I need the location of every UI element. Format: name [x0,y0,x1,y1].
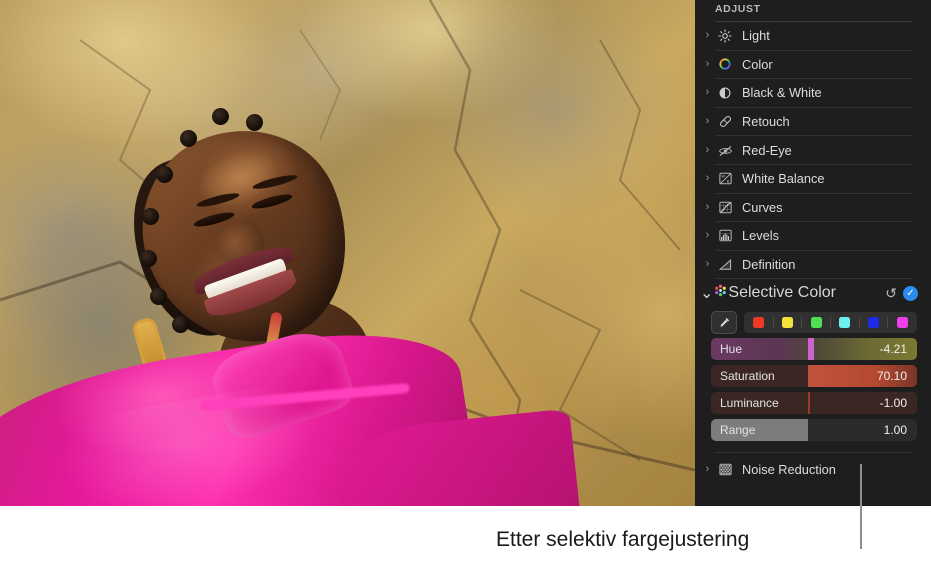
chevron-right-icon[interactable]: › [700,173,715,184]
adjust-item-label: Red-Eye [742,142,792,158]
adjust-item-selective-color[interactable]: ⌄ Selective Color ↺ ✓ [695,279,931,307]
adjust-item-light[interactable]: › Light [695,22,931,50]
white-balance-icon: W B [715,171,735,187]
portrait-subject [0,0,695,506]
panel-title: ADJUST [715,3,761,15]
callout-leader-line [860,464,862,549]
slider-label: Saturation [720,369,775,384]
adjust-item-color[interactable]: › Color [695,51,931,79]
adjust-item-label: Selective Color [728,284,837,302]
slider-saturation[interactable]: Saturation 70.10 [711,365,917,388]
slider-handle[interactable] [807,338,814,361]
adjust-item-label: Retouch [742,114,790,130]
adjust-item-label: Noise Reduction [742,461,836,477]
adjust-item-label: Light [742,28,770,44]
caption-area [0,506,931,567]
chevron-right-icon[interactable]: › [700,116,715,127]
chevron-right-icon[interactable]: › [700,30,715,41]
chevron-right-icon[interactable]: › [700,230,715,241]
adjust-item-red-eye[interactable]: › Red-Eye [695,136,931,164]
swatch-red[interactable] [753,316,765,328]
adjust-item-curves[interactable]: › Curves [695,194,931,222]
chevron-right-icon[interactable]: › [700,201,715,213]
swatch-divider [801,316,803,328]
slider-label: Range [720,423,756,438]
adjust-item-label: Color [742,56,773,72]
adjust-item-black-and-white[interactable]: › Black & White [695,79,931,107]
swatch-cyan[interactable] [839,316,851,328]
swatch-divider [887,316,889,328]
svg-text:B: B [726,180,729,184]
adjust-item-label: White Balance [742,171,825,187]
swatch-yellow[interactable] [781,316,793,328]
color-wheel-icon [715,56,735,72]
chevron-right-icon[interactable]: › [700,144,715,156]
selective-color-dots-icon [713,283,728,303]
reset-icon[interactable]: ↺ [885,286,897,300]
definition-icon [715,257,735,273]
half-circle-icon [715,85,735,101]
photo-editor-screenshot: ADJUST › Light › Color › Black & White ›… [0,0,931,567]
slider-hue[interactable]: Hue -4.21 [711,338,917,361]
noise-icon [715,461,735,477]
adjust-item-retouch[interactable]: › Retouch [695,108,931,136]
selective-color-swatch-row [711,310,917,334]
swatch-blue[interactable] [868,316,880,328]
chevron-right-icon[interactable]: › [700,87,715,98]
swatch-divider [829,316,831,328]
caption-text: Etter selektiv fargejustering [496,528,750,551]
curves-icon [715,199,735,215]
enabled-checkmark-icon[interactable]: ✓ [903,285,918,301]
adjust-item-white-balance[interactable]: › W B White Balance [695,165,931,193]
chevron-right-icon[interactable]: › [700,259,715,270]
adjust-item-definition[interactable]: › Definition [695,251,931,279]
adjust-item-label: Black & White [742,85,822,101]
chevron-down-icon[interactable]: ⌄ [700,283,713,303]
eyedropper-icon[interactable] [711,310,737,334]
swatch-magenta[interactable] [896,316,908,328]
slider-range[interactable]: Range 1.00 [711,419,917,442]
color-swatches[interactable] [744,311,917,333]
swatch-divider [772,316,774,328]
adjust-item-label: Levels [742,228,779,244]
photo-preview[interactable] [0,0,695,506]
svg-text:W: W [721,175,725,179]
slider-label: Hue [720,342,743,357]
row-divider [715,452,913,454]
adjust-item-label: Definition [742,257,796,273]
adjust-item-label: Curves [742,199,783,215]
levels-icon [715,228,735,244]
slider-value: -4.21 [879,342,907,357]
sun-icon [715,28,735,44]
chevron-right-icon[interactable]: › [700,58,715,70]
slider-luminance[interactable]: Luminance -1.00 [711,392,917,415]
slider-handle[interactable] [807,392,810,415]
slider-value: -1.00 [879,396,907,411]
swatch-green[interactable] [810,316,822,328]
swatch-divider [858,316,860,328]
adjust-item-levels[interactable]: › Levels [695,222,931,250]
slider-label: Luminance [720,396,779,411]
slider-value: 70.10 [876,369,907,384]
chevron-right-icon[interactable]: › [700,463,715,475]
bandage-icon [715,114,735,130]
adjust-item-noise-reduction[interactable]: › Noise Reduction [695,455,931,483]
eye-slash-icon [715,142,735,158]
slider-value: 1.00 [883,423,907,438]
adjust-panel: ADJUST › Light › Color › Black & White ›… [695,0,931,506]
